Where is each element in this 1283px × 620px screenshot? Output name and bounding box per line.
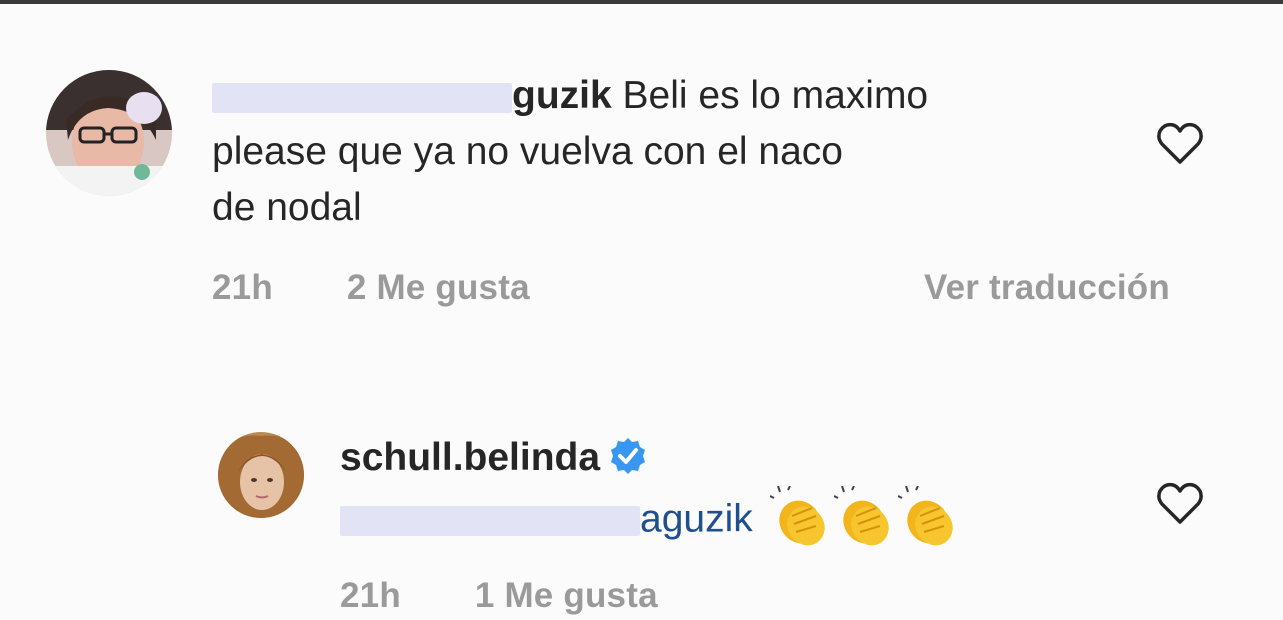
heart-icon[interactable]	[1156, 482, 1204, 526]
comment-1-meta: 21h 2 Me gusta	[212, 268, 530, 308]
comment-2-meta: 21h 1 Me gusta	[340, 576, 658, 616]
verified-badge-icon	[611, 437, 646, 474]
top-border	[0, 0, 1283, 4]
avatar-photo	[46, 70, 172, 196]
reply-mention[interactable]: aguzik	[640, 497, 753, 540]
reply-username[interactable]: schull.belinda	[340, 436, 600, 479]
redacted-username	[212, 82, 512, 113]
comment-1-text-line-2: please que ya no vuelva con el naco	[212, 130, 843, 173]
comment-2-likes[interactable]: 1 Me gusta	[475, 576, 658, 616]
comment-1-body: guzik Beli es lo maximo please que ya no…	[212, 68, 1112, 236]
clapping-hands-emoji	[769, 486, 825, 546]
avatar[interactable]	[218, 432, 304, 518]
redacted-mention	[340, 506, 640, 536]
heart-icon[interactable]	[1156, 122, 1204, 166]
comment-1-likes[interactable]: 2 Me gusta	[347, 268, 530, 308]
comment-1-line-1: guzik Beli es lo maximo	[212, 68, 1112, 124]
comment-2-header: schull.belinda	[340, 430, 648, 486]
comment-2-time: 21h	[340, 576, 401, 615]
comment-1-time: 21h	[212, 268, 273, 307]
comment-1-text-line-1: Beli es lo maximo	[622, 74, 929, 117]
comment-2-body: aguzik	[340, 486, 956, 552]
commenter-username[interactable]: guzik	[512, 74, 612, 117]
comment-1-text-line-3: de nodal	[212, 186, 362, 229]
avatar[interactable]	[46, 70, 172, 196]
avatar-photo	[218, 432, 304, 518]
see-translation-link[interactable]: Ver traducción	[924, 268, 1170, 308]
clapping-hands-emoji	[897, 486, 953, 546]
clapping-hands-emoji	[833, 486, 889, 546]
